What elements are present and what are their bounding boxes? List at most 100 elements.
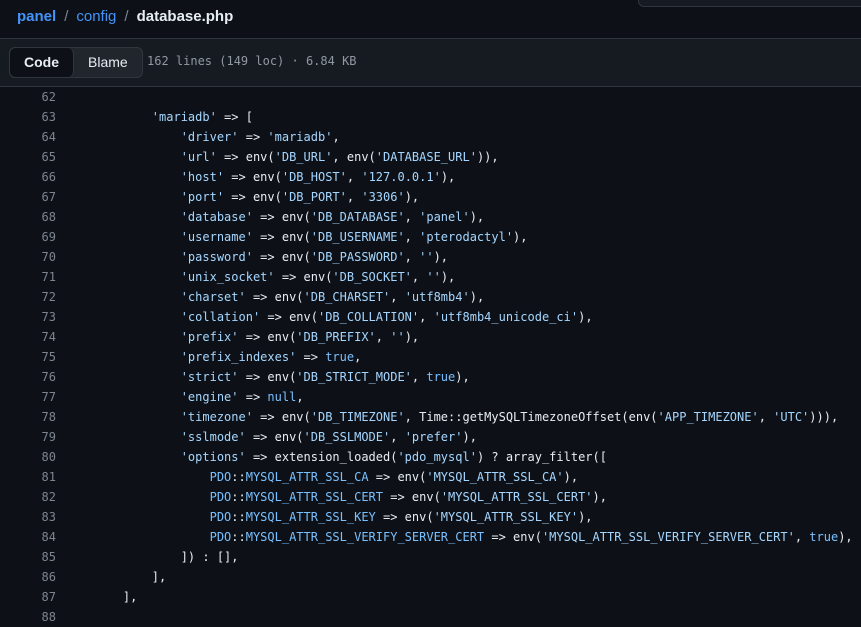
code-token: PDO — [209, 510, 232, 524]
breadcrumb-folder-link[interactable]: config — [76, 8, 116, 25]
code-token: , — [375, 330, 391, 344]
code-line: 69 'username' => env('DB_USERNAME', 'pte… — [0, 227, 861, 247]
code-token: => env( — [238, 330, 297, 344]
code-token: 'DB_USERNAME' — [310, 230, 405, 244]
line-number[interactable]: 67 — [0, 187, 56, 207]
code-token: :: — [231, 470, 246, 484]
line-number[interactable]: 74 — [0, 327, 56, 347]
code-line: 79 'sslmode' => env('DB_SSLMODE', 'prefe… — [0, 427, 861, 447]
code-token: , — [411, 270, 427, 284]
line-number[interactable]: 79 — [0, 427, 56, 447]
line-number[interactable]: 71 — [0, 267, 56, 287]
code-token: )), — [476, 150, 499, 164]
code-token: => env( — [224, 170, 282, 184]
code-token: 'MYSQL_ATTR_SSL_CA' — [426, 470, 564, 484]
code-token: ), — [440, 270, 456, 284]
code-token: 'pterodactyl' — [419, 230, 514, 244]
code-tab-button[interactable]: Code — [10, 48, 74, 77]
code-token: => extension_loaded( — [245, 450, 398, 464]
code-line-content — [56, 87, 94, 107]
line-number[interactable]: 63 — [0, 107, 56, 127]
line-number[interactable]: 87 — [0, 587, 56, 607]
code-token: PDO — [209, 530, 232, 544]
line-number[interactable]: 76 — [0, 367, 56, 387]
code-token: true — [325, 350, 355, 364]
line-number[interactable]: 85 — [0, 547, 56, 567]
code-token: 'DB_SOCKET' — [332, 270, 412, 284]
code-line: 74 'prefix' => env('DB_PREFIX', ''), — [0, 327, 861, 347]
code-line-content: ], — [56, 567, 166, 587]
code-line-content: ]) : [], — [56, 547, 239, 567]
code-token: => env( — [368, 470, 427, 484]
code-token: => env( — [245, 290, 304, 304]
line-number[interactable]: 73 — [0, 307, 56, 327]
code-token: 'driver' — [180, 130, 239, 144]
code-token: , Time::getMySQLTimezoneOffset(env( — [404, 410, 658, 424]
line-number[interactable]: 69 — [0, 227, 56, 247]
code-token: ) ? array_filter([ — [476, 450, 607, 464]
code-line: 82 PDO::MYSQL_ATTR_SSL_CERT => env('MYSQ… — [0, 487, 861, 507]
code-token: => env( — [252, 210, 311, 224]
line-number[interactable]: 78 — [0, 407, 56, 427]
file-info: 162 lines (149 loc) · 6.84 KB — [147, 54, 357, 68]
code-token: 'host' — [180, 170, 225, 184]
breadcrumb-separator: / — [64, 8, 69, 25]
code-token: , — [404, 250, 420, 264]
line-number[interactable]: 81 — [0, 467, 56, 487]
code-token: ), — [563, 470, 579, 484]
line-number[interactable]: 84 — [0, 527, 56, 547]
line-number[interactable]: 80 — [0, 447, 56, 467]
breadcrumb-repo-link[interactable]: panel — [17, 8, 56, 25]
code-token: ), — [469, 290, 485, 304]
line-number[interactable]: 83 — [0, 507, 56, 527]
code-token: ), — [404, 190, 420, 204]
line-number[interactable]: 75 — [0, 347, 56, 367]
code-token: => env( — [260, 310, 318, 324]
code-token: ), — [578, 310, 593, 324]
code-token: ]) : [], — [94, 550, 239, 564]
code-token: MYSQL_ATTR_SSL_CA — [245, 470, 369, 484]
code-line-content: PDO::MYSQL_ATTR_SSL_KEY => env('MYSQL_AT… — [56, 507, 593, 527]
line-number[interactable]: 66 — [0, 167, 56, 187]
code-token: '' — [419, 250, 434, 264]
code-token: true — [809, 530, 839, 544]
code-line-content: 'strict' => env('DB_STRICT_MODE', true), — [56, 367, 470, 387]
line-number[interactable]: 68 — [0, 207, 56, 227]
line-number[interactable]: 77 — [0, 387, 56, 407]
code-token: 'DB_PREFIX' — [296, 330, 376, 344]
code-token: , — [404, 210, 420, 224]
code-token: 'collation' — [180, 310, 261, 324]
line-number[interactable]: 70 — [0, 247, 56, 267]
line-number[interactable]: 82 — [0, 487, 56, 507]
line-number[interactable]: 65 — [0, 147, 56, 167]
code-token: 'DB_SSLMODE' — [303, 430, 391, 444]
code-line-content: 'prefix' => env('DB_PREFIX', ''), — [56, 327, 419, 347]
breadcrumb-separator: / — [124, 8, 129, 25]
line-number[interactable]: 62 — [0, 87, 56, 107]
code-token: 'password' — [180, 250, 253, 264]
code-line: 75 'prefix_indexes' => true, — [0, 347, 861, 367]
code-viewer[interactable]: 62 63 'mariadb' => [64 'driver' => 'maria… — [0, 87, 861, 627]
code-line: 63 'mariadb' => [ — [0, 107, 861, 127]
line-number[interactable]: 64 — [0, 127, 56, 147]
code-line: 87 ], — [0, 587, 861, 607]
code-line-content: 'username' => env('DB_USERNAME', 'pterod… — [56, 227, 528, 247]
code-line-content: 'url' => env('DB_URL', env('DATABASE_URL… — [56, 147, 499, 167]
blame-tab-button[interactable]: Blame — [74, 48, 142, 77]
line-number[interactable]: 72 — [0, 287, 56, 307]
code-token: 'DB_CHARSET' — [303, 290, 391, 304]
code-token: => env( — [252, 230, 311, 244]
code-line-content: 'host' => env('DB_HOST', '127.0.0.1'), — [56, 167, 456, 187]
code-token: 'unix_socket' — [180, 270, 275, 284]
line-number[interactable]: 88 — [0, 607, 56, 627]
line-number[interactable]: 86 — [0, 567, 56, 587]
